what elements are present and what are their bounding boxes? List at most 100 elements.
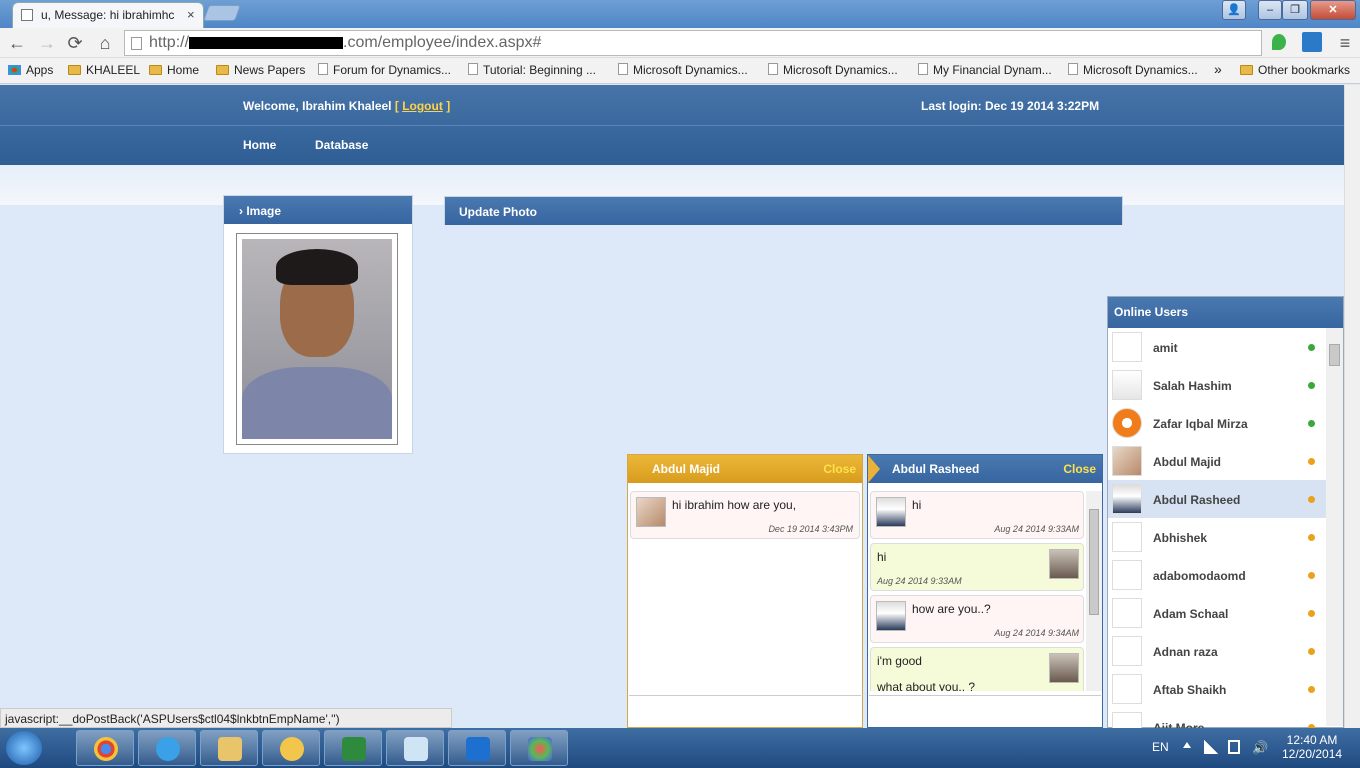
online-user-row[interactable]: Abhishek — [1108, 518, 1326, 556]
chat-close-link[interactable]: Close — [823, 462, 856, 476]
window-close-button[interactable]: ✕ — [1310, 0, 1356, 20]
action-center-icon[interactable] — [1228, 740, 1240, 754]
status-dot-icon — [1308, 496, 1315, 503]
reload-icon[interactable]: ⟳ — [64, 33, 86, 54]
online-user-row[interactable]: Aftab Shaikh — [1108, 670, 1326, 708]
bookmark-news-papers[interactable]: News Papers — [216, 63, 305, 77]
bookmark-financial[interactable]: My Financial Dynam... — [918, 63, 1052, 77]
chat-input[interactable] — [629, 695, 861, 727]
home-icon[interactable]: ⌂ — [94, 33, 116, 54]
chat-header[interactable]: Abdul Rasheed Close — [868, 455, 1102, 483]
chat-close-link[interactable]: Close — [1063, 462, 1096, 476]
nav-database[interactable]: Database — [315, 138, 368, 152]
welcome-area: Welcome, Ibrahim Khaleel [ Logout ] — [243, 99, 450, 113]
bookmark-dynamics-3[interactable]: Microsoft Dynamics... — [1068, 63, 1198, 77]
clock[interactable]: 12:40 AM 12/20/2014 — [1282, 733, 1342, 761]
user-name[interactable]: adabomodaomd — [1153, 569, 1246, 583]
user-name[interactable]: Salah Hashim — [1153, 379, 1232, 393]
volume-icon[interactable]: 🔊 — [1252, 740, 1268, 756]
forward-arrow-icon[interactable]: → — [36, 33, 58, 54]
taskbar-paint[interactable] — [510, 730, 568, 766]
chat-input[interactable] — [869, 695, 1101, 727]
scroll-thumb[interactable] — [1089, 509, 1099, 615]
header-divider — [0, 125, 1344, 126]
bookmark-khaleel[interactable]: KHALEEL — [68, 63, 140, 77]
bookmark-dynamics-1[interactable]: Microsoft Dynamics... — [618, 63, 748, 77]
message-time: Aug 24 2014 9:34AM — [994, 628, 1079, 638]
maximize-button[interactable]: ❐ — [1282, 0, 1308, 20]
online-user-row[interactable]: amit — [1108, 328, 1326, 366]
minimize-button[interactable]: – — [1258, 0, 1282, 20]
sender-avatar — [636, 497, 666, 527]
user-name[interactable]: amit — [1153, 341, 1178, 355]
photo-frame — [236, 233, 398, 445]
clock-time: 12:40 AM — [1286, 733, 1338, 747]
bookmarks-overflow-button[interactable]: » — [1214, 61, 1222, 77]
online-users-scrollbar[interactable] — [1326, 328, 1343, 726]
language-indicator[interactable]: EN — [1152, 740, 1169, 754]
user-name[interactable]: Adnan raza — [1153, 645, 1218, 659]
taskbar-chrome[interactable] — [76, 730, 134, 766]
update-photo-title[interactable]: Update Photo — [445, 197, 1122, 225]
menu-icon[interactable]: ≡ — [1334, 33, 1356, 54]
tray-expand-icon[interactable] — [1183, 742, 1191, 748]
online-user-row[interactable]: Abdul Rasheed — [1108, 480, 1326, 518]
new-tab-button[interactable] — [203, 5, 241, 21]
taskbar-teamviewer[interactable] — [448, 730, 506, 766]
user-name[interactable]: Adam Schaal — [1153, 607, 1228, 621]
user-name[interactable]: Zafar Iqbal Mirza — [1153, 417, 1248, 431]
online-user-row[interactable]: Adnan raza — [1108, 632, 1326, 670]
bookmark-dynamics-2[interactable]: Microsoft Dynamics... — [768, 63, 898, 77]
chat-window-abdul-rasheed: Abdul Rasheed Close hi Aug 24 2014 9:33A… — [867, 454, 1103, 728]
user-name[interactable]: Abhishek — [1153, 531, 1207, 545]
extension-blue-icon[interactable] — [1302, 32, 1322, 52]
bookmark-label: My Financial Dynam... — [933, 63, 1052, 77]
back-arrow-icon[interactable]: ← — [6, 33, 28, 54]
online-user-row[interactable]: Zafar Iqbal Mirza — [1108, 404, 1326, 442]
scroll-thumb[interactable] — [1329, 344, 1340, 366]
page-favicon-icon — [21, 9, 33, 21]
chat-messages: hi Aug 24 2014 9:33AM hi Aug 24 2014 9:3… — [868, 491, 1086, 691]
bookmark-apps[interactable]: Apps — [8, 63, 53, 77]
url-prefix: http:// — [149, 34, 190, 51]
user-name[interactable]: Aftab Shaikh — [1153, 683, 1226, 697]
taskbar-outlook[interactable] — [262, 730, 320, 766]
start-button-icon[interactable] — [6, 731, 42, 765]
sender-avatar — [876, 601, 906, 631]
tab-close-icon[interactable]: × — [187, 7, 195, 22]
bookmark-label: Microsoft Dynamics... — [633, 63, 748, 77]
folder-icon — [149, 65, 162, 75]
address-bar[interactable]: http:// .com/employee/index.aspx# — [124, 30, 1262, 56]
logout-link[interactable]: Logout — [402, 99, 443, 113]
taskbar-notes[interactable] — [386, 730, 444, 766]
nav-home[interactable]: Home — [243, 138, 276, 152]
taskbar-excel[interactable] — [324, 730, 382, 766]
online-user-row[interactable]: adabomodaomd — [1108, 556, 1326, 594]
online-user-row[interactable]: Salah Hashim — [1108, 366, 1326, 404]
other-bookmarks[interactable]: Other bookmarks — [1240, 63, 1350, 77]
browser-tab[interactable]: u, Message: hi ibrahimhc × — [12, 2, 204, 28]
chat-header[interactable]: Abdul Majid Close — [628, 455, 862, 483]
user-name[interactable]: Ajit More — [1153, 721, 1204, 728]
user-name[interactable]: Abdul Majid — [1153, 455, 1221, 469]
user-icon[interactable]: 👤 — [1222, 0, 1246, 20]
bookmark-forum[interactable]: Forum for Dynamics... — [318, 63, 451, 77]
bookmark-home[interactable]: Home — [149, 63, 199, 77]
page-scrollbar[interactable] — [1344, 85, 1360, 728]
extension-green-icon[interactable] — [1272, 34, 1286, 50]
page-icon — [918, 63, 928, 75]
user-name[interactable]: Abdul Rasheed — [1153, 493, 1240, 507]
network-icon[interactable] — [1204, 740, 1218, 754]
taskbar-explorer[interactable] — [200, 730, 258, 766]
online-user-row[interactable]: Adam Schaal — [1108, 594, 1326, 632]
shirt-shape — [242, 367, 392, 439]
logout-bracket: ] — [446, 99, 451, 113]
bookmark-tutorial[interactable]: Tutorial: Beginning ... — [468, 63, 596, 77]
apps-grid-icon — [8, 65, 21, 75]
browser-status-bar: javascript:__doPostBack('ASPUsers$ctl04$… — [0, 708, 452, 728]
taskbar-ie[interactable] — [138, 730, 196, 766]
status-dot-icon — [1308, 686, 1315, 693]
chat-scrollbar[interactable] — [1086, 491, 1102, 691]
online-user-row[interactable]: Ajit More — [1108, 708, 1326, 728]
online-user-row[interactable]: Abdul Majid — [1108, 442, 1326, 480]
